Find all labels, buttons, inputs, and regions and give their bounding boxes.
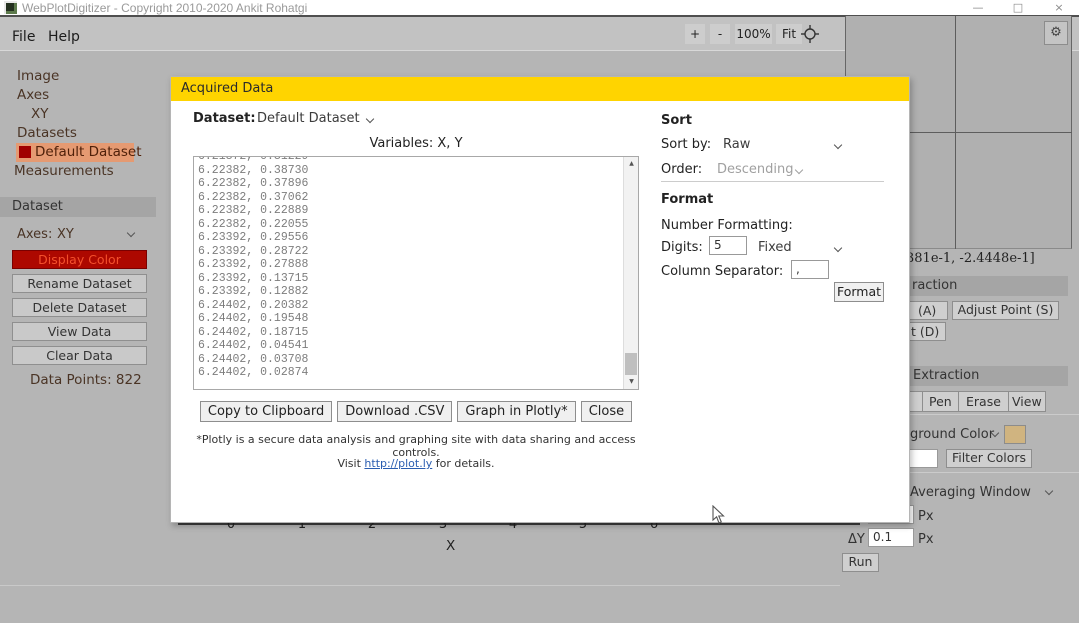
sidebar-item-measurements[interactable]: Measurements [14, 162, 114, 181]
scroll-down-icon[interactable]: ▼ [624, 375, 639, 389]
download-csv-button[interactable]: Download .CSV [337, 401, 452, 422]
digits-label: Digits: [661, 240, 703, 255]
mask-separator [1008, 391, 1009, 412]
filter-colors-button[interactable]: Filter Colors [946, 449, 1032, 468]
dataset-color-bullet [19, 146, 31, 158]
pan-target-icon[interactable] [801, 25, 819, 47]
canvas-bottom-line [0, 585, 840, 586]
digits-type-chevron-down-icon[interactable] [834, 244, 842, 252]
format-header: Format [661, 192, 713, 207]
data-points-count: Data Points: 822 [30, 372, 142, 388]
graph-in-plotly-button[interactable]: Graph in Plotly* [457, 401, 575, 422]
color-swatch[interactable] [1004, 425, 1026, 444]
scroll-up-icon[interactable]: ▲ [624, 157, 639, 171]
view-data-button[interactable]: View Data [12, 322, 147, 341]
right-panel-divider [908, 414, 1079, 415]
mask-erase-button[interactable]: Erase [966, 394, 1001, 409]
acquired-data-dialog: Acquired Data Dataset: Default Dataset V… [170, 76, 910, 523]
clear-data-button[interactable]: Clear Data [12, 346, 147, 365]
sort-by-chevron-down-icon[interactable] [834, 141, 842, 149]
sort-by-value[interactable]: Raw [723, 137, 750, 152]
axes-chevron-down-icon[interactable] [127, 229, 135, 237]
sidebar-item-image[interactable]: Image [17, 67, 59, 86]
copy-to-clipboard-button[interactable]: Copy to Clipboard [200, 401, 332, 422]
visit-prefix: Visit [337, 457, 360, 470]
rename-dataset-button[interactable]: Rename Dataset [12, 274, 147, 293]
dialog-title: Acquired Data [171, 77, 909, 101]
display-color-button[interactable]: Display Color [12, 250, 147, 269]
adjust-point-button[interactable]: Adjust Point (S) [952, 301, 1059, 320]
dy-unit-label: Px [918, 532, 934, 547]
plotly-visit-line: Visit http://plot.ly for details. [193, 457, 639, 470]
delete-dataset-button[interactable]: Delete Dataset [12, 298, 147, 317]
sort-by-label: Sort by: [661, 137, 711, 152]
run-button[interactable]: Run [842, 553, 879, 572]
sidebar-item-axes[interactable]: Axes [17, 86, 49, 105]
column-separator-input[interactable]: , [791, 260, 829, 279]
scrollbar-thumb[interactable] [625, 353, 637, 375]
app-logo-icon [4, 1, 17, 14]
dataset-select-value[interactable]: Default Dataset [257, 111, 360, 126]
format-button[interactable]: Format [834, 282, 884, 302]
cursor-coordinates-readout: 381e-1, -2.4448e-1] [906, 251, 1035, 266]
mouse-cursor [712, 505, 726, 529]
chart-x-axis-line [178, 523, 860, 525]
dataset-select-label: Dataset: [193, 111, 256, 126]
sort-format-divider [661, 181, 884, 182]
acquired-data-values: 6.21372, 0.31229 6.22382, 0.38730 6.2238… [198, 156, 308, 380]
axes-select-label: Axes: [17, 227, 52, 242]
zoom-level-button[interactable]: 100% [735, 24, 772, 44]
close-button[interactable]: × [1044, 0, 1074, 15]
sort-header: Sort [661, 113, 692, 128]
variables-label: Variables: X, Y [193, 136, 639, 151]
mask-pen-button[interactable]: Pen [929, 394, 952, 409]
window-title: WebPlotDigitizer - Copyright 2010-2020 A… [22, 1, 307, 15]
dataset-section-header: Dataset [0, 197, 156, 217]
order-label: Order: [661, 162, 702, 177]
close-dialog-button[interactable]: Close [581, 401, 632, 422]
zoom-in-button[interactable]: + [685, 24, 705, 44]
zoom-out-button[interactable]: - [710, 24, 730, 44]
right-panel-divider2 [908, 472, 1079, 473]
minimize-button[interactable]: — [963, 0, 993, 15]
mask-separator [958, 391, 959, 412]
mask-view-button[interactable]: View [1012, 394, 1042, 409]
window-titlebar: WebPlotDigitizer - Copyright 2010-2020 A… [0, 0, 1079, 16]
chart-x-axis-label: X [446, 538, 455, 554]
sidebar-item-xy[interactable]: XY [31, 105, 49, 124]
plotly-link[interactable]: http://plot.ly [364, 457, 432, 470]
order-value: Descending [717, 162, 794, 177]
algorithm-chevron-down-icon[interactable] [1045, 487, 1053, 495]
visit-suffix: for details. [436, 457, 495, 470]
acquired-data-textarea[interactable]: 6.21372, 0.31229 6.22382, 0.38730 6.2238… [193, 156, 639, 390]
zoom-fit-button[interactable]: Fit [776, 24, 802, 44]
sidebar-item-default-dataset[interactable]: Default Dataset [35, 143, 141, 162]
algorithm-select-label[interactable]: Averaging Window [910, 485, 1031, 500]
foreground-color-label[interactable]: ground Color [910, 427, 994, 442]
dx-unit-label: Px [918, 509, 934, 524]
textarea-scrollbar[interactable]: ▲ ▼ [623, 157, 638, 389]
number-formatting-label: Number Formatting: [661, 218, 793, 233]
plotly-footnote: *Plotly is a secure data analysis and gr… [193, 433, 639, 459]
digits-type-value[interactable]: Fixed [758, 240, 792, 255]
column-separator-label: Column Separator: [661, 264, 783, 279]
axes-select-value[interactable]: XY [57, 227, 74, 242]
magnifier-settings-gear-icon[interactable]: ⚙ [1044, 21, 1068, 45]
mask-separator [922, 391, 923, 412]
dataset-chevron-down-icon[interactable] [366, 115, 374, 123]
maximize-button[interactable]: □ [1003, 0, 1033, 15]
menu-help[interactable]: Help [48, 29, 80, 45]
order-chevron-down-icon [795, 166, 803, 174]
sidebar-item-datasets[interactable]: Datasets [17, 124, 77, 143]
digits-input[interactable]: 5 [709, 236, 747, 255]
dy-input[interactable]: 0.1 [868, 528, 914, 547]
dy-label: ΔY [848, 532, 865, 547]
dialog-button-row: Copy to Clipboard Download .CSV Graph in… [193, 401, 639, 422]
menu-file[interactable]: File [12, 29, 35, 45]
